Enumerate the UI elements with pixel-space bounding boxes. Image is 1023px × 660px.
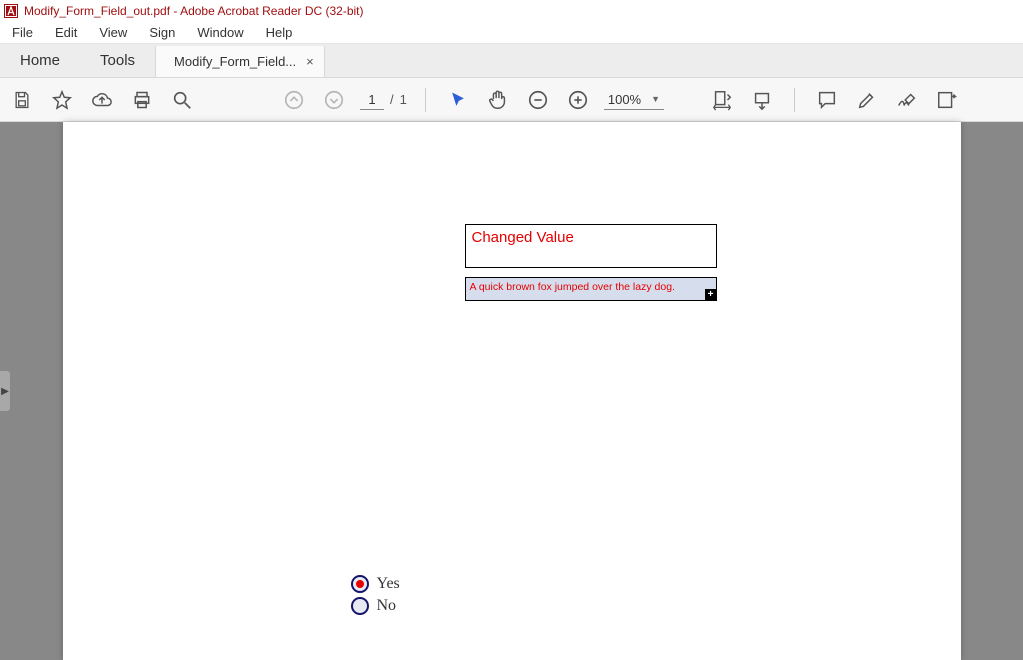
page-current-input[interactable] — [360, 90, 384, 110]
document-tab[interactable]: Modify_Form_Field... × — [155, 46, 325, 77]
radio-yes-label: Yes — [377, 575, 400, 593]
menu-file[interactable]: File — [2, 23, 43, 42]
menu-help[interactable]: Help — [256, 23, 303, 42]
zoom-dropdown[interactable]: 100% ▼ — [604, 90, 664, 110]
toolbar-separator — [794, 88, 795, 112]
tab-home[interactable]: Home — [0, 44, 80, 77]
radio-yes[interactable] — [351, 575, 369, 593]
hand-tool-icon[interactable] — [484, 86, 512, 114]
page-up-icon[interactable] — [280, 86, 308, 114]
window-title: Modify_Form_Field_out.pdf - Adobe Acroba… — [24, 4, 364, 18]
comment-icon[interactable] — [813, 86, 841, 114]
zoom-value: 100% — [608, 92, 641, 107]
radio-group: Yes No — [351, 573, 400, 617]
form-multiline-value: A quick brown fox jumped over the lazy d… — [470, 281, 675, 293]
menu-window[interactable]: Window — [187, 23, 253, 42]
pdf-page[interactable]: Changed Value A quick brown fox jumped o… — [63, 122, 961, 660]
save-icon[interactable] — [8, 86, 36, 114]
app-icon — [4, 4, 18, 18]
page-down-icon[interactable] — [320, 86, 348, 114]
menu-view[interactable]: View — [89, 23, 137, 42]
tab-tools[interactable]: Tools — [80, 44, 155, 77]
page-indicator: / 1 — [360, 90, 407, 110]
overflow-indicator-icon: + — [705, 289, 717, 301]
select-tool-icon[interactable] — [444, 86, 472, 114]
zoom-in-icon[interactable] — [564, 86, 592, 114]
radio-no-label: No — [377, 597, 397, 615]
form-multiline-field[interactable]: A quick brown fox jumped over the lazy d… — [465, 277, 717, 301]
fit-width-icon[interactable] — [708, 86, 736, 114]
menu-edit[interactable]: Edit — [45, 23, 87, 42]
highlight-icon[interactable] — [853, 86, 881, 114]
title-bar: Modify_Form_Field_out.pdf - Adobe Acroba… — [0, 0, 1023, 22]
star-icon[interactable] — [48, 86, 76, 114]
form-text-field[interactable]: Changed Value — [465, 224, 717, 268]
page-sep: / — [390, 92, 394, 107]
menu-sign[interactable]: Sign — [139, 23, 185, 42]
document-area: ▶ Changed Value A quick brown fox jumped… — [0, 122, 1023, 660]
toolbar-separator — [425, 88, 426, 112]
sign-icon[interactable] — [893, 86, 921, 114]
cloud-upload-icon[interactable] — [88, 86, 116, 114]
more-tools-icon[interactable] — [933, 86, 961, 114]
radio-no[interactable] — [351, 597, 369, 615]
chevron-down-icon: ▼ — [651, 94, 660, 104]
menu-bar: File Edit View Sign Window Help — [0, 22, 1023, 44]
tabs-bar: Home Tools Modify_Form_Field... × — [0, 44, 1023, 78]
print-icon[interactable] — [128, 86, 156, 114]
zoom-out-icon[interactable] — [524, 86, 552, 114]
document-tab-label: Modify_Form_Field... — [174, 54, 296, 69]
nav-pane-toggle[interactable]: ▶ — [0, 371, 10, 411]
form-text-field-value: Changed Value — [472, 229, 574, 246]
toolbar: / 1 100% ▼ — [0, 78, 1023, 122]
find-icon[interactable] — [168, 86, 196, 114]
page-total: 1 — [400, 92, 407, 107]
scroll-mode-icon[interactable] — [748, 86, 776, 114]
close-tab-icon[interactable]: × — [306, 55, 314, 68]
